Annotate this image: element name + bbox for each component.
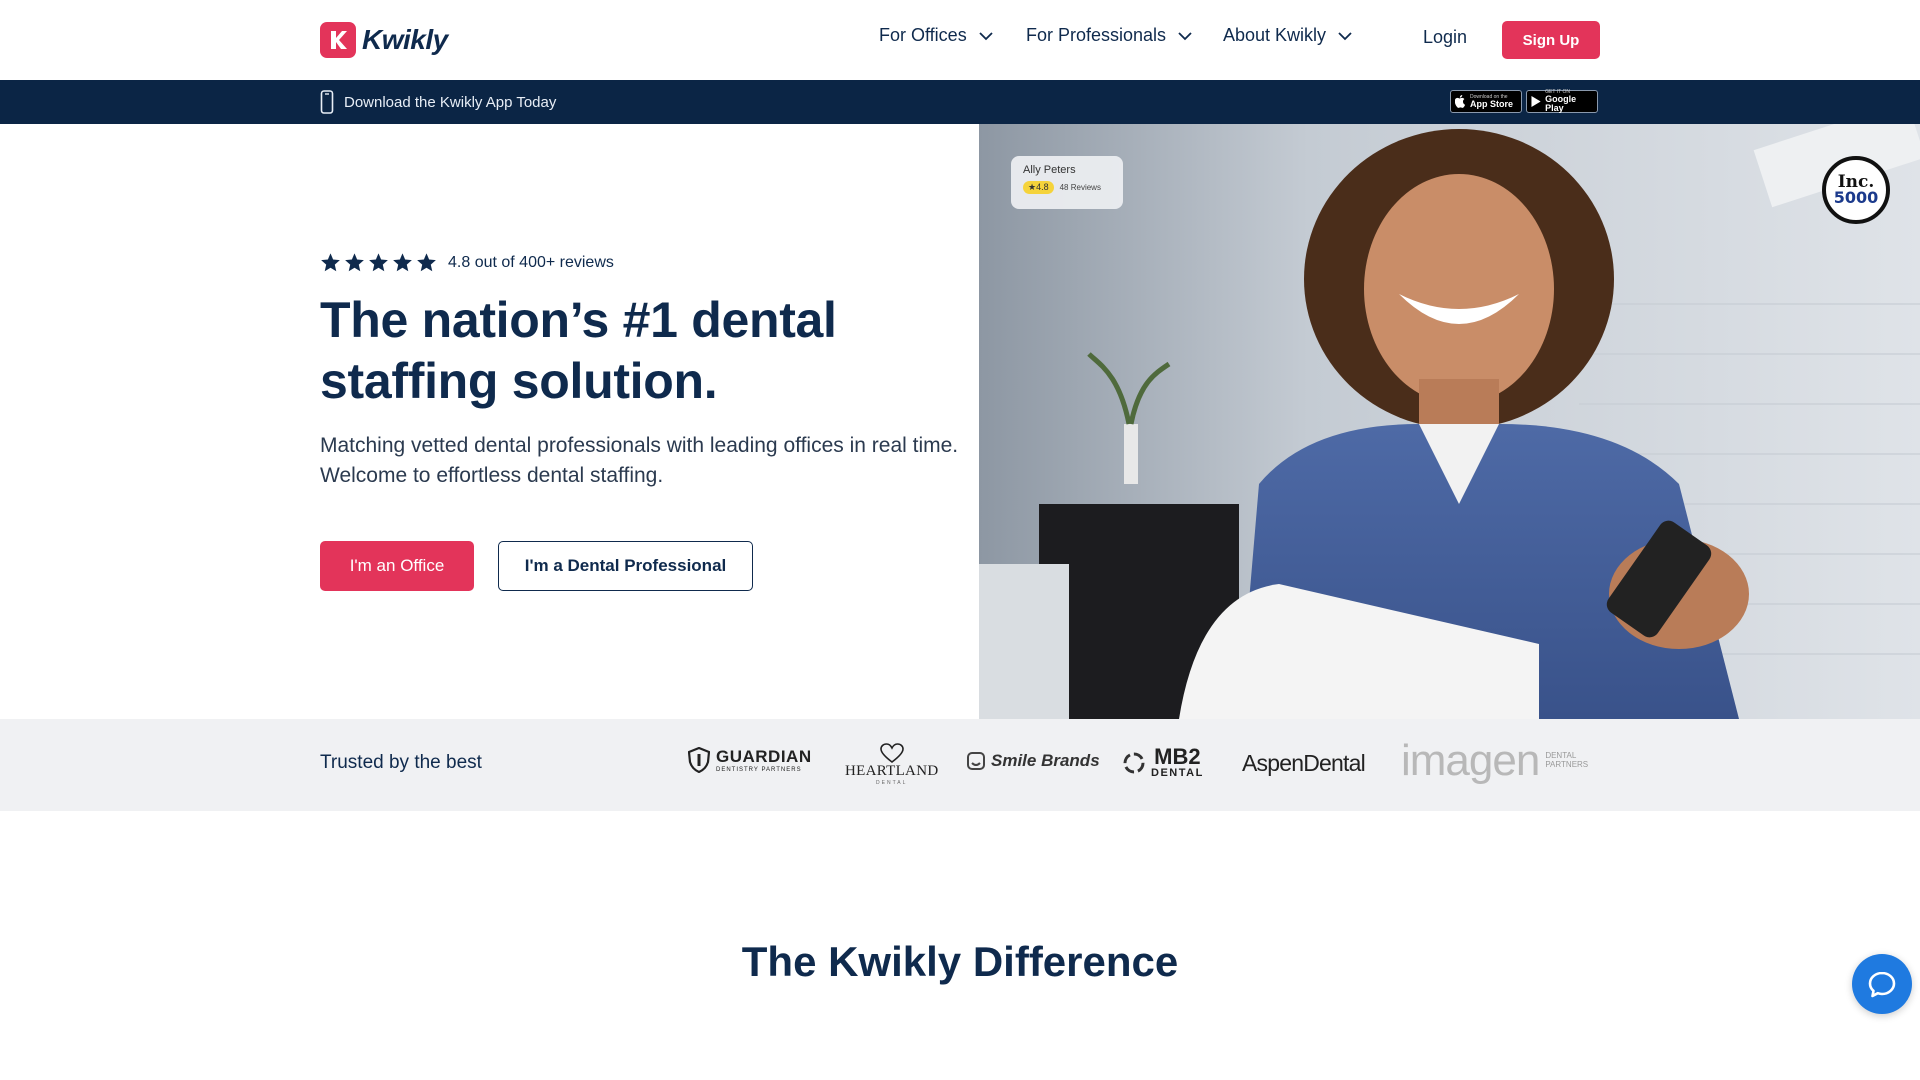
shield-icon bbox=[688, 747, 710, 773]
google-play-badge[interactable]: GET IT ON Google Play bbox=[1526, 90, 1598, 113]
nav-label: For Professionals bbox=[1026, 25, 1167, 45]
heartland-logo: HEARTLAND DENTAL bbox=[845, 743, 938, 786]
reviewer-rating: 4.8 bbox=[1036, 182, 1049, 192]
dental-professional-photo bbox=[979, 124, 1920, 719]
star-icon bbox=[393, 253, 412, 272]
partner-name: imagen bbox=[1401, 736, 1540, 785]
hero-subheadline: Matching vetted dental professionals wit… bbox=[320, 434, 959, 487]
partner-sub: DENTAL PARTNERS bbox=[1545, 751, 1589, 769]
nav-for-professionals[interactable]: For Professionals bbox=[1026, 25, 1192, 46]
chevron-down-icon bbox=[1178, 31, 1192, 40]
signup-button[interactable]: Sign Up bbox=[1502, 21, 1600, 59]
partner-name: GUARDIAN bbox=[716, 746, 812, 766]
nav-label: For Offices bbox=[879, 25, 967, 45]
heart-icon bbox=[879, 743, 904, 763]
download-app-text: Download the Kwikly App Today bbox=[344, 93, 557, 111]
chat-widget-button[interactable] bbox=[1852, 954, 1912, 1014]
trusted-by-section: Trusted by the best GUARDIAN DENTISTRY P… bbox=[0, 719, 1920, 811]
trusted-label: Trusted by the best bbox=[320, 752, 482, 773]
store-badges: Download on the App Store GET IT ON Goog… bbox=[1450, 90, 1598, 113]
rating-text: 4.8 out of 400+ reviews bbox=[448, 253, 614, 271]
star-icon bbox=[417, 253, 436, 272]
guardian-logo: GUARDIAN DENTISTRY PARTNERS bbox=[688, 747, 812, 773]
google-play-icon bbox=[1531, 95, 1541, 108]
partner-name: HEARTLAND bbox=[845, 763, 939, 779]
reviewer-name: Ally Peters bbox=[1023, 164, 1076, 176]
nav-about-kwikly[interactable]: About Kwikly bbox=[1223, 25, 1352, 46]
hero-photo bbox=[979, 124, 1920, 719]
inc-5000-badge: Inc. 5000 bbox=[1822, 156, 1890, 224]
star-icon bbox=[321, 253, 340, 272]
review-card: Ally Peters ★4.8 48 Reviews bbox=[1011, 156, 1123, 209]
reviewer-count: 48 Reviews bbox=[1059, 183, 1101, 192]
download-app-link[interactable]: Download the Kwikly App Today bbox=[320, 90, 556, 114]
star-icon bbox=[345, 253, 364, 272]
google-play-big-text: Google Play bbox=[1545, 94, 1577, 113]
partner-name: AspenDental bbox=[1242, 750, 1366, 776]
nav-for-offices[interactable]: For Offices bbox=[879, 25, 993, 46]
login-link[interactable]: Login bbox=[1423, 27, 1467, 48]
smile-brands-logo: Smile Brands bbox=[967, 751, 1100, 771]
logo-text: Kwikly bbox=[362, 24, 448, 55]
im-an-office-button[interactable]: I'm an Office bbox=[320, 541, 474, 591]
site-header: Kwikly For Offices For Professionals Abo… bbox=[0, 0, 1920, 80]
app-store-badge[interactable]: Download on the App Store bbox=[1450, 90, 1522, 113]
rating-summary: 4.8 out of 400+ reviews bbox=[320, 252, 614, 273]
chevron-down-icon bbox=[1338, 31, 1352, 40]
mb2-dental-logo: MB2 DENTAL bbox=[1123, 746, 1204, 779]
partner-sub: DENTAL bbox=[876, 780, 908, 786]
reviewer-rating-pill: ★4.8 bbox=[1023, 181, 1054, 194]
imagen-logo: imagen DENTAL PARTNERS bbox=[1401, 739, 1595, 783]
im-a-dental-professional-button[interactable]: I'm a Dental Professional bbox=[498, 541, 753, 591]
kwikly-logo[interactable]: Kwikly bbox=[320, 22, 448, 58]
partner-sub: DENTAL bbox=[1151, 767, 1204, 779]
chevron-down-icon bbox=[979, 31, 993, 40]
kwikly-logo-mark bbox=[320, 22, 356, 58]
app-download-banner: Download the Kwikly App Today Download o… bbox=[0, 80, 1920, 124]
nav-label: About Kwikly bbox=[1223, 25, 1327, 45]
chat-icon bbox=[1868, 971, 1896, 998]
smile-brands-mark-icon bbox=[967, 752, 985, 770]
kwikly-difference-heading: The Kwikly Difference bbox=[741, 938, 1179, 985]
aspen-dental-logo: AspenDental bbox=[1242, 750, 1366, 777]
mb2-mark-icon bbox=[1123, 752, 1145, 773]
phone-icon bbox=[320, 90, 334, 114]
partner-name: Smile Brands bbox=[991, 751, 1100, 770]
inc-number: 5000 bbox=[1833, 188, 1879, 207]
apple-icon bbox=[1455, 95, 1466, 108]
hero-headline: The nation’s #1 dental staffing solution… bbox=[320, 292, 837, 409]
partner-name: MB2 bbox=[1154, 744, 1201, 769]
app-store-big-text: App Store bbox=[1470, 98, 1514, 109]
star-icon bbox=[369, 253, 388, 272]
hero-section bbox=[0, 124, 979, 719]
partner-sub: DENTISTRY PARTNERS bbox=[716, 766, 802, 773]
